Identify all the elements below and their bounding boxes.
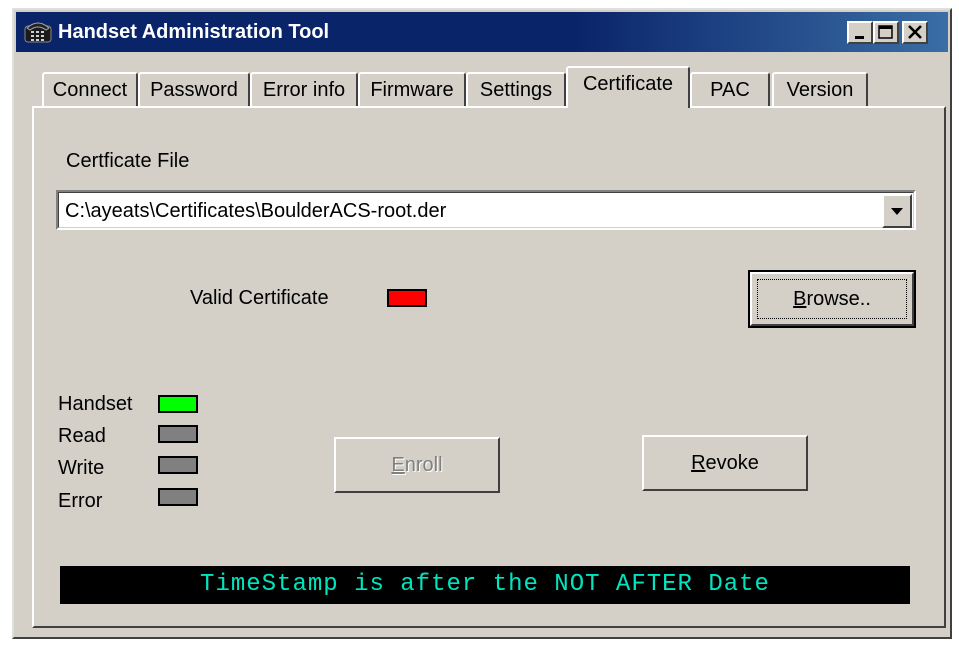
handset-label: Handset xyxy=(58,393,133,415)
maximize-icon xyxy=(878,25,893,39)
revoke-button[interactable]: Revoke xyxy=(642,435,808,491)
read-label: Read xyxy=(58,425,106,447)
minimize-icon xyxy=(855,36,864,39)
window-title: Handset Administration Tool xyxy=(58,21,330,43)
title-bar[interactable]: Handset Administration Tool xyxy=(16,12,948,52)
write-indicator xyxy=(158,456,198,474)
enroll-button-label: Enroll xyxy=(391,454,443,476)
certificate-panel xyxy=(32,106,946,628)
handset-indicator xyxy=(158,395,198,413)
maximize-button[interactable] xyxy=(873,21,899,44)
combo-dropdown-button[interactable] xyxy=(882,194,912,228)
tab-pac[interactable]: PAC xyxy=(690,72,770,108)
certificate-file-label: Certficate File xyxy=(66,150,190,172)
tab-connect[interactable]: Connect xyxy=(42,72,138,108)
tab-password[interactable]: Password xyxy=(138,72,250,108)
valid-certificate-label: Valid Certificate xyxy=(190,287,329,309)
browse-button[interactable]: Browse.. xyxy=(748,270,916,328)
revoke-button-label: Revoke xyxy=(691,452,759,474)
status-message: TimeStamp is after the NOT AFTER Date xyxy=(60,566,910,604)
tab-version[interactable]: Version xyxy=(772,72,868,108)
error-indicator xyxy=(158,488,198,506)
write-label: Write xyxy=(58,457,105,479)
close-icon xyxy=(908,25,922,39)
telephone-icon xyxy=(24,22,52,43)
tab-settings[interactable]: Settings xyxy=(466,72,566,108)
certificate-file-combo[interactable]: C:\ayeats\Certificates\BoulderACS-root.d… xyxy=(56,190,916,230)
minimize-button[interactable] xyxy=(847,21,873,44)
enroll-button[interactable]: Enroll xyxy=(334,437,500,493)
browse-button-label: Browse.. xyxy=(793,288,871,310)
read-indicator xyxy=(158,425,198,443)
valid-certificate-indicator xyxy=(387,289,427,307)
certificate-file-value: C:\ayeats\Certificates\BoulderACS-root.d… xyxy=(65,200,447,222)
chevron-down-icon xyxy=(891,208,903,215)
tab-error-info[interactable]: Error info xyxy=(250,72,358,108)
error-label: Error xyxy=(58,490,103,512)
tab-certificate[interactable]: Certificate xyxy=(566,66,690,108)
tab-firmware[interactable]: Firmware xyxy=(358,72,466,108)
close-button[interactable] xyxy=(902,21,928,44)
